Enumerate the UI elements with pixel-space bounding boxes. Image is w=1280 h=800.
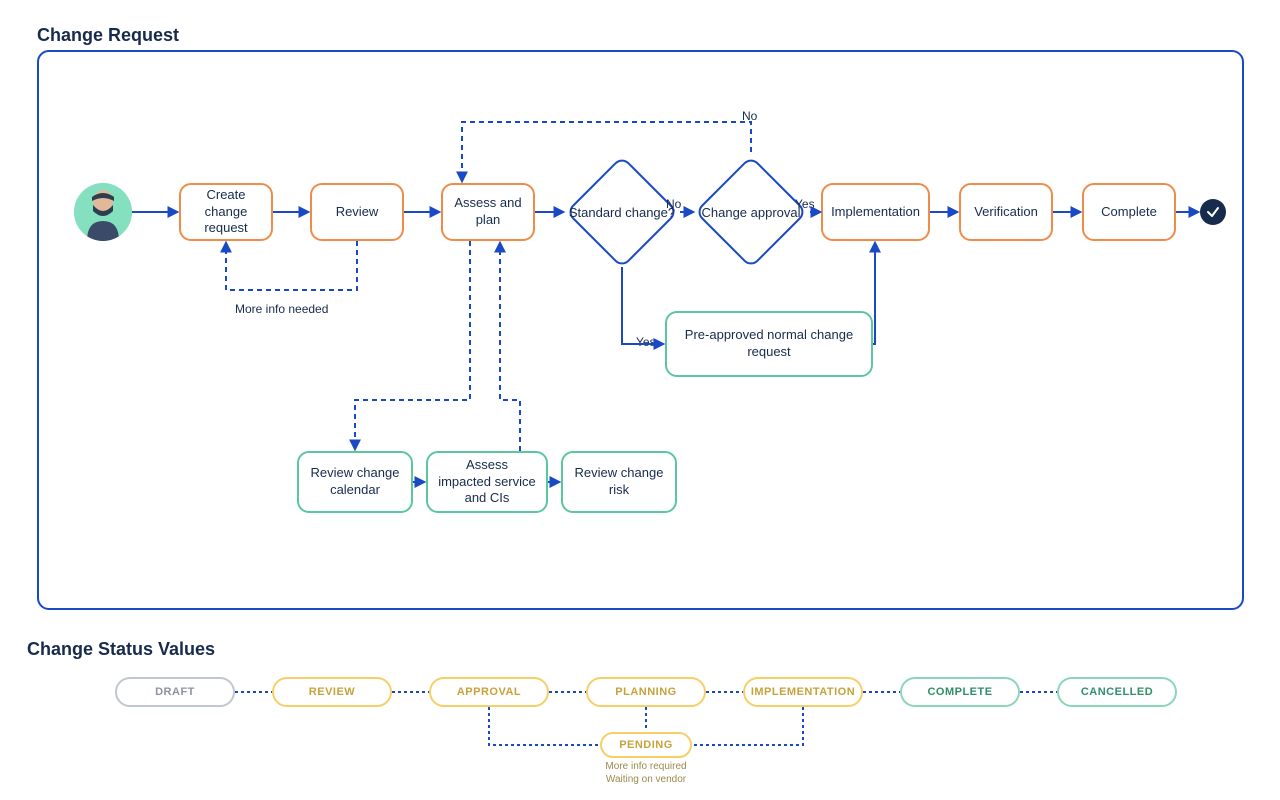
node-assess-and-plan: Assess and plan (441, 183, 535, 241)
node-review-risk: Review change risk (561, 451, 677, 513)
diagram-title: Change Request (37, 25, 179, 46)
status-pending: PENDING (600, 732, 692, 758)
label-yes-decision: Yes (636, 335, 656, 349)
status-approval: APPROVAL (429, 677, 549, 707)
diagram-frame (37, 50, 1244, 610)
status-implementation: IMPLEMENTATION (743, 677, 863, 707)
node-verification: Verification (959, 183, 1053, 241)
node-assess-impacted: Assess impacted service and CIs (426, 451, 548, 513)
pending-subtext-line2: Waiting on vendor (606, 774, 686, 785)
node-preapproved-change: Pre-approved normal change request (665, 311, 873, 377)
label-no-top: No (742, 109, 757, 123)
label-more-info-needed: More info needed (235, 302, 328, 316)
status-cancelled: CANCELLED (1057, 677, 1177, 707)
node-review-calendar: Review change calendar (297, 451, 413, 513)
status-values-title: Change Status Values (27, 639, 215, 660)
pending-subtext: More info required Waiting on vendor (590, 760, 702, 786)
user-avatar-icon (74, 183, 132, 241)
status-review: REVIEW (272, 677, 392, 707)
label-no-decision: No (666, 197, 681, 211)
node-complete: Complete (1082, 183, 1176, 241)
node-create-change-request: Create change request (179, 183, 273, 241)
node-implementation: Implementation (821, 183, 930, 241)
status-draft: DRAFT (115, 677, 235, 707)
label-yes-approval: Yes (795, 197, 815, 211)
pending-subtext-line1: More info required (605, 761, 686, 772)
end-terminator-icon (1200, 199, 1226, 225)
status-planning: PLANNING (586, 677, 706, 707)
node-review: Review (310, 183, 404, 241)
status-complete: COMPLETE (900, 677, 1020, 707)
